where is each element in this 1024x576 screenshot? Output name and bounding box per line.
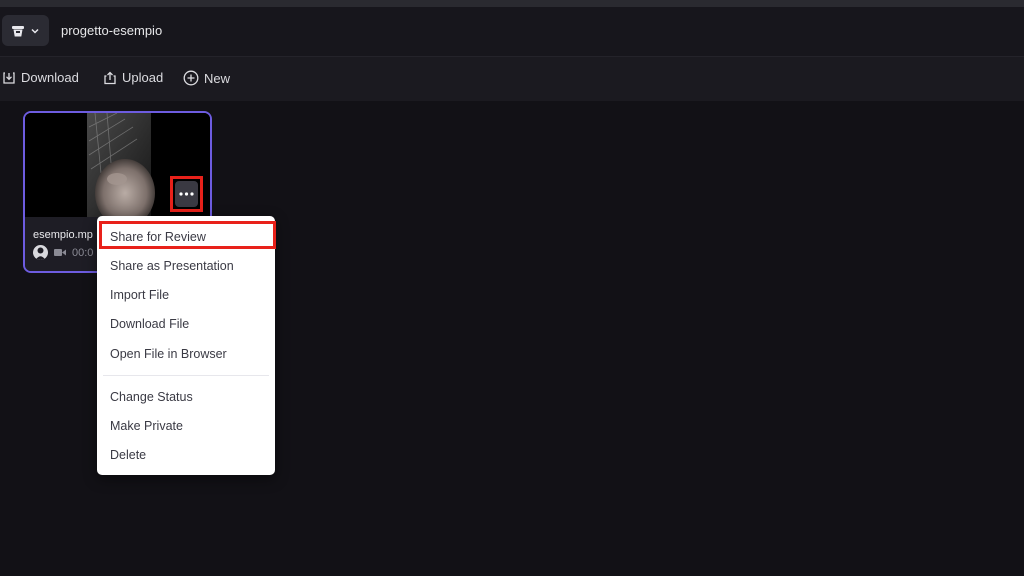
toolbar: Download Upload New xyxy=(0,57,1024,101)
share-for-review-highlight-box xyxy=(99,221,276,249)
context-menu: Share for Review Share as Presentation I… xyxy=(97,216,275,475)
menu-item-make-private[interactable]: Make Private xyxy=(110,419,183,433)
workspace-switcher-button[interactable] xyxy=(2,15,49,46)
user-icon xyxy=(35,247,46,260)
chevron-down-icon xyxy=(31,28,39,34)
menu-divider xyxy=(103,375,269,376)
new-button[interactable]: New xyxy=(183,70,230,86)
upload-button[interactable]: Upload xyxy=(103,70,163,85)
plus-circle-icon xyxy=(183,70,199,86)
download-icon xyxy=(3,71,15,84)
upload-label: Upload xyxy=(122,70,164,85)
window-top-strip xyxy=(0,0,1024,7)
video-camera-icon xyxy=(54,249,66,256)
asset-meta: 00:0 xyxy=(33,245,93,260)
header-bar: progetto-esempio xyxy=(0,7,1024,57)
menu-item-open-file-in-browser[interactable]: Open File in Browser xyxy=(110,347,227,361)
download-label: Download xyxy=(21,70,79,85)
avatar xyxy=(33,245,48,260)
more-button-highlight-box xyxy=(170,176,203,212)
menu-item-delete[interactable]: Delete xyxy=(110,448,146,462)
download-button[interactable]: Download xyxy=(2,70,79,85)
asset-duration: 00:0 xyxy=(72,246,94,259)
upload-icon xyxy=(104,71,116,84)
project-title: progetto-esempio xyxy=(61,23,163,38)
menu-item-change-status[interactable]: Change Status xyxy=(110,390,193,404)
menu-item-download-file[interactable]: Download File xyxy=(110,317,189,331)
asset-file-name: esempio.mp xyxy=(33,229,93,241)
menu-item-share-as-presentation[interactable]: Share as Presentation xyxy=(110,259,234,273)
bucket-icon xyxy=(12,25,24,36)
new-label: New xyxy=(204,70,231,86)
menu-item-import-file[interactable]: Import File xyxy=(110,288,169,302)
